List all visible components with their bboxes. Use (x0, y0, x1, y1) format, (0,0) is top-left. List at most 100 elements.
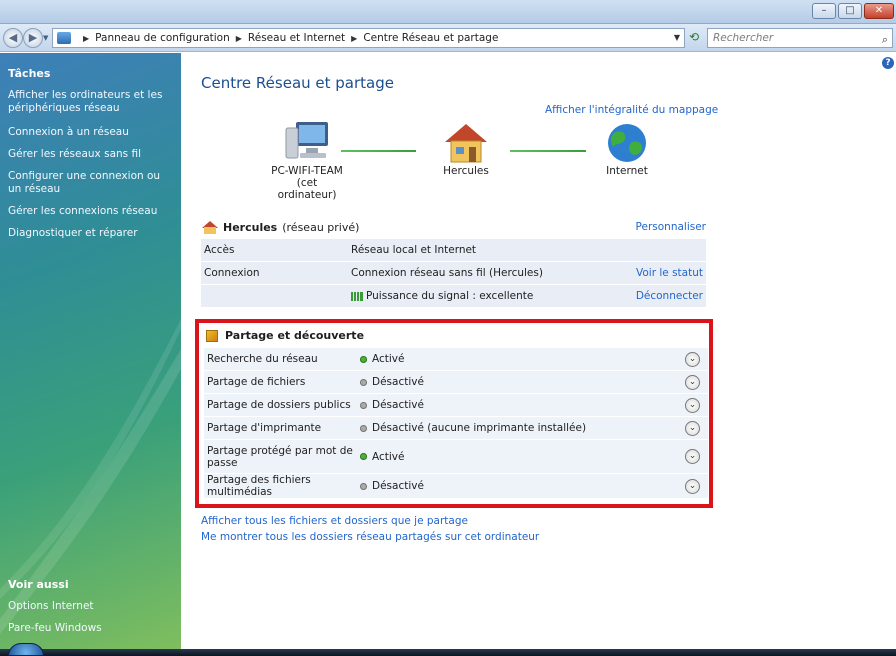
address-dropdown-icon[interactable]: ▼ (674, 33, 680, 42)
status-off-icon (360, 424, 367, 432)
row-key: Recherche du réseau (207, 353, 318, 365)
sharing-discovery-panel: Partage et découverte Recherche du résea… (195, 319, 713, 508)
row-key: Partage de fichiers (207, 376, 306, 388)
chevron-down-icon[interactable]: ⌄ (685, 478, 700, 494)
row-key: Partage d'imprimante (207, 422, 322, 434)
chevron-down-icon[interactable]: ⌄ (685, 449, 700, 464)
signal-strength-text: Puissance du signal : excellente (366, 290, 534, 302)
show-shared-folders-link[interactable]: Me montrer tous les dossiers réseau part… (201, 531, 539, 543)
row-key: Partage des fichiers multimédias (207, 474, 311, 498)
chevron-right-icon[interactable]: ▶ (351, 34, 357, 43)
sharing-row-printer[interactable]: Partage d'imprimante Désactivé (aucune i… (204, 417, 708, 440)
row-key: Accès (204, 244, 235, 256)
sharing-icon (206, 329, 218, 342)
sidebar-item-connect-network[interactable]: Connexion à un réseau (0, 126, 137, 139)
row-value: Désactivé (aucune imprimante installée) (372, 422, 587, 434)
signal-strength-icon (351, 291, 363, 301)
search-icon[interactable]: ⌕ (882, 31, 888, 49)
network-header: Hercules (réseau privé) Personnaliser (201, 215, 706, 239)
show-shared-files-link[interactable]: Afficher tous les fichiers et dossiers q… (201, 515, 468, 527)
row-value: Activé (372, 353, 405, 365)
view-status-link[interactable]: Voir le statut (636, 267, 706, 279)
row-value: Puissance du signal : excellente (351, 290, 636, 302)
computer-name: PC-WIFI-TEAM (271, 165, 343, 177)
chevron-down-icon[interactable]: ⌄ (685, 420, 700, 436)
tasks-heading: Tâches (8, 67, 51, 80)
row-value: Désactivé (372, 399, 424, 411)
network-name: Hercules (223, 220, 278, 234)
refresh-icon[interactable]: ⟲ (689, 30, 699, 44)
window-controls: – □ ✕ (812, 3, 894, 19)
chevron-down-icon[interactable]: ⌄ (685, 397, 700, 413)
row-key: Partage protégé par mot de passe (207, 444, 353, 469)
sharing-row-media[interactable]: Partage des fichiers multimédias Désacti… (204, 474, 708, 499)
network-row-access: Accès Réseau local et Internet (201, 239, 706, 262)
computer-icon[interactable] (284, 120, 332, 162)
row-key: Partage de dossiers publics (207, 399, 351, 411)
map-connection-line (341, 150, 416, 152)
row-value: Désactivé (372, 376, 424, 388)
sidebar-item-diagnose-repair[interactable]: Diagnostiquer et réparer (0, 227, 146, 240)
sidebar-item-internet-options[interactable]: Options Internet (0, 600, 102, 613)
forward-button[interactable]: ▶ (23, 28, 43, 48)
sharing-row-public-folder[interactable]: Partage de dossiers publics Désactivé ⌄ (204, 394, 708, 417)
network-row-signal: Puissance du signal : excellente Déconne… (201, 285, 706, 308)
maximize-button[interactable]: □ (838, 3, 862, 19)
status-on-icon (360, 355, 367, 363)
map-connection-line (510, 150, 586, 152)
address-bar[interactable]: ▶ Panneau de configuration ▶ Réseau et I… (52, 28, 685, 48)
sidebar-item-manage-connections[interactable]: Gérer les connexions réseau (0, 205, 165, 218)
main-content: ? Centre Réseau et partage Afficher l'in… (181, 53, 896, 649)
chevron-down-icon[interactable]: ⌄ (685, 351, 700, 367)
customize-link[interactable]: Personnaliser (636, 221, 706, 233)
chevron-right-icon[interactable]: ▶ (236, 34, 242, 43)
sidebar-item-manage-wireless[interactable]: Gérer les réseaux sans fil (0, 148, 149, 161)
page-title: Centre Réseau et partage (201, 74, 394, 92)
search-input[interactable]: Rechercher ⌕ (707, 28, 893, 48)
chevron-right-icon[interactable]: ▶ (83, 34, 89, 43)
status-off-icon (360, 401, 367, 409)
sidebar-item-view-computers[interactable]: Afficher les ordinateurs et les périphér… (0, 89, 175, 115)
history-dropdown-icon[interactable]: ▼ (43, 34, 48, 42)
row-value: Réseau local et Internet (351, 244, 477, 256)
row-value: Désactivé (372, 480, 424, 492)
status-off-icon (360, 378, 367, 386)
internet-label: Internet (606, 165, 648, 177)
row-value: Connexion réseau sans fil (Hercules) (351, 267, 543, 279)
help-icon[interactable]: ? (882, 57, 894, 69)
network-type: (réseau privé) (282, 220, 360, 234)
control-panel-icon (57, 32, 71, 44)
status-off-icon (360, 482, 367, 490)
sharing-row-file-sharing[interactable]: Partage de fichiers Désactivé ⌄ (204, 371, 708, 394)
minimize-button[interactable]: – (812, 3, 836, 19)
chevron-down-icon[interactable]: ⌄ (685, 374, 700, 390)
back-button[interactable]: ◀ (3, 28, 23, 48)
sidebar-item-windows-firewall[interactable]: Pare-feu Windows (0, 622, 110, 635)
task-pane: Tâches Afficher les ordinateurs et les p… (0, 53, 181, 649)
disconnect-link[interactable]: Déconnecter (636, 290, 706, 302)
status-on-icon (360, 453, 367, 460)
sharing-row-password-protected[interactable]: Partage protégé par mot de passe Activé … (204, 440, 708, 474)
sidebar-item-setup-connection[interactable]: Configurer une connexion ou un réseau (0, 170, 175, 196)
network-details-panel: Hercules (réseau privé) Personnaliser Ac… (201, 215, 706, 308)
taskbar (0, 649, 896, 656)
internet-globe-icon[interactable] (605, 121, 649, 165)
start-button[interactable] (8, 643, 44, 656)
navigation-bar: ◀ ▶ ▼ ▶ Panneau de configuration ▶ Résea… (0, 24, 896, 52)
sharing-row-network-discovery[interactable]: Recherche du réseau Activé ⌄ (204, 348, 708, 371)
network-row-connection: Connexion Connexion réseau sans fil (Her… (201, 262, 706, 285)
sharing-header: Partage et découverte (206, 329, 364, 342)
breadcrumb-control-panel[interactable]: Panneau de configuration (95, 32, 230, 44)
view-full-map-link[interactable]: Afficher l'intégralité du mappage (545, 104, 718, 116)
row-key: Connexion (204, 267, 260, 279)
house-icon (202, 220, 218, 234)
breadcrumb-network-sharing-center[interactable]: Centre Réseau et partage (363, 32, 498, 44)
house-network-icon[interactable] (443, 122, 489, 164)
search-placeholder: Rechercher (713, 32, 774, 44)
close-button[interactable]: ✕ (864, 3, 894, 19)
breadcrumb-network-internet[interactable]: Réseau et Internet (248, 32, 345, 44)
sidebar-decoration (0, 319, 181, 634)
window-titlebar: – □ ✕ (0, 0, 896, 24)
sharing-heading: Partage et découverte (225, 329, 365, 342)
network-map-name: Hercules (443, 165, 489, 177)
